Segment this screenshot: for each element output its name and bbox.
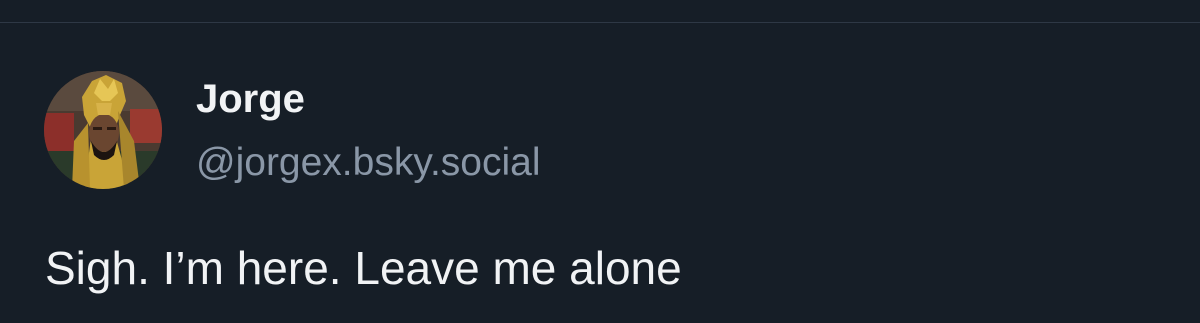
author-handle[interactable]: @jorgex.bsky.social (196, 143, 541, 182)
avatar[interactable] (44, 71, 162, 189)
author-display-name[interactable]: Jorge (196, 79, 305, 119)
post[interactable]: Jorge @jorgex.bsky.social Sigh. I’m here… (0, 23, 1200, 323)
avatar-image (44, 71, 162, 189)
post-text: Sigh. I’m here. Leave me alone (45, 242, 682, 294)
